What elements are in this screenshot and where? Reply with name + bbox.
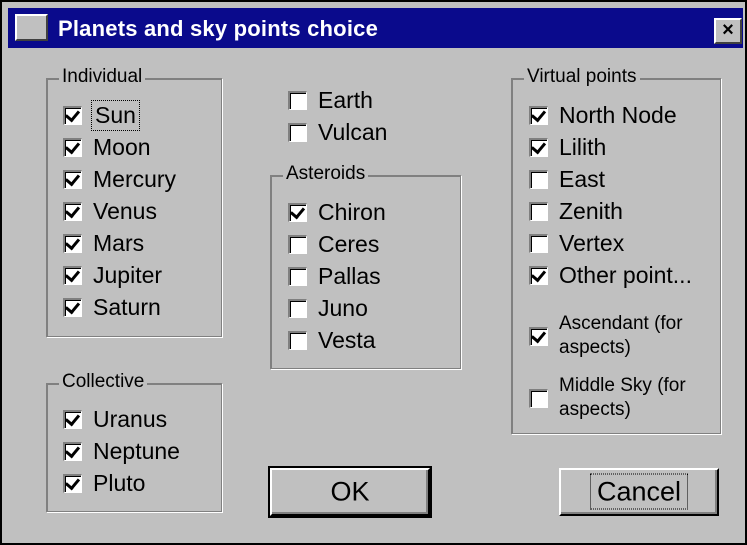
virtual-points-legend: Virtual points	[524, 66, 640, 88]
checkbox-label: Earth	[318, 86, 373, 113]
checkbox-neptune[interactable]: Neptune	[63, 437, 180, 465]
checkbox-box[interactable]	[63, 169, 82, 189]
checkbox-box[interactable]	[63, 105, 82, 125]
checkbox-box[interactable]	[63, 441, 82, 461]
checkbox-box[interactable]	[288, 122, 307, 142]
checkbox-label: Pallas	[318, 262, 381, 289]
checkbox-label: Ascendant (for aspects)	[559, 312, 683, 360]
checkbox-sun[interactable]: Sun	[63, 99, 140, 131]
checkbox-box[interactable]	[529, 326, 548, 346]
checkbox-box[interactable]	[529, 233, 548, 253]
checkbox-venus[interactable]: Venus	[63, 197, 157, 225]
ok-button[interactable]: OK	[268, 466, 432, 518]
checkbox-middle-sky-aspects[interactable]: Middle Sky (for aspects)	[529, 372, 686, 424]
checkbox-vesta[interactable]: Vesta	[288, 326, 376, 354]
checkbox-label: Moon	[93, 133, 151, 160]
checkbox-label: Vertex	[559, 229, 625, 256]
checkbox-box[interactable]	[288, 266, 307, 286]
checkbox-north-node[interactable]: North Node	[529, 101, 677, 129]
checkbox-box[interactable]	[288, 202, 307, 222]
checkbox-box[interactable]	[288, 330, 307, 350]
checkbox-other-point[interactable]: Other point...	[529, 261, 692, 289]
checkbox-uranus[interactable]: Uranus	[63, 405, 167, 433]
ok-button-label: OK	[330, 476, 370, 507]
checkbox-ceres[interactable]: Ceres	[288, 230, 379, 258]
checkbox-label: Saturn	[93, 293, 161, 320]
checkbox-label: Jupiter	[93, 261, 163, 288]
checkbox-label: Sun	[91, 99, 140, 131]
checkbox-mercury[interactable]: Mercury	[63, 165, 176, 193]
cancel-button[interactable]: Cancel	[559, 468, 719, 516]
checkbox-box[interactable]	[529, 169, 548, 189]
checkbox-saturn[interactable]: Saturn	[63, 293, 161, 321]
checkbox-vertex[interactable]: Vertex	[529, 229, 624, 257]
checkbox-box[interactable]	[63, 265, 82, 285]
checkbox-box[interactable]	[529, 388, 548, 408]
checkbox-box[interactable]	[63, 137, 82, 157]
checkbox-east[interactable]: East	[529, 165, 605, 193]
checkbox-vulcan[interactable]: Vulcan	[288, 118, 387, 146]
checkbox-label: Vulcan	[318, 118, 388, 145]
label-line-2: aspects)	[559, 337, 631, 358]
checkbox-label: Venus	[93, 197, 157, 224]
window-title: Planets and sky points choice	[58, 16, 379, 41]
checkbox-pallas[interactable]: Pallas	[288, 262, 381, 290]
checkbox-label: Juno	[318, 294, 368, 321]
checkbox-pluto[interactable]: Pluto	[63, 469, 145, 497]
checkbox-box[interactable]	[529, 265, 548, 285]
individual-legend: Individual	[59, 66, 146, 88]
checkbox-label: Ceres	[318, 230, 380, 257]
checkbox-label: Chiron	[318, 198, 386, 225]
collective-legend: Collective	[59, 371, 148, 393]
checkbox-box[interactable]	[529, 137, 548, 157]
checkbox-box[interactable]	[288, 90, 307, 110]
asteroids-legend: Asteroids	[283, 163, 369, 185]
checkbox-ascendant-aspects[interactable]: Ascendant (for aspects)	[529, 310, 683, 362]
close-button[interactable]: ×	[714, 18, 742, 44]
checkbox-label: Neptune	[93, 437, 180, 464]
checkbox-label: Zenith	[559, 197, 623, 224]
checkbox-label: Mercury	[93, 165, 177, 192]
checkbox-box[interactable]	[63, 409, 82, 429]
system-menu-icon[interactable]	[15, 14, 48, 41]
checkbox-zenith[interactable]: Zenith	[529, 197, 623, 225]
checkbox-jupiter[interactable]: Jupiter	[63, 261, 162, 289]
checkbox-box[interactable]	[288, 298, 307, 318]
checkbox-label: North Node	[559, 101, 677, 128]
checkbox-box[interactable]	[288, 234, 307, 254]
checkbox-box[interactable]	[529, 105, 548, 125]
checkbox-label: Mars	[93, 229, 145, 256]
checkbox-box[interactable]	[63, 201, 82, 221]
checkbox-moon[interactable]: Moon	[63, 133, 151, 161]
checkbox-label: Middle Sky (for aspects)	[559, 374, 686, 422]
checkbox-label: Pluto	[93, 469, 146, 496]
checkbox-earth[interactable]: Earth	[288, 86, 373, 114]
checkbox-box[interactable]	[63, 297, 82, 317]
dialog-window: Planets and sky points choice × Individu…	[0, 0, 747, 545]
checkbox-box[interactable]	[63, 473, 82, 493]
checkbox-juno[interactable]: Juno	[288, 294, 368, 322]
checkbox-label: Lilith	[559, 133, 607, 160]
checkbox-label: Uranus	[93, 405, 168, 432]
label-line-1: Middle Sky (for	[559, 375, 686, 396]
title-bar: Planets and sky points choice ×	[8, 8, 743, 48]
checkbox-label: East	[559, 165, 606, 192]
checkbox-mars[interactable]: Mars	[63, 229, 144, 257]
checkbox-label: Vesta	[318, 326, 376, 353]
label-line-1: Ascendant (for	[559, 313, 683, 334]
checkbox-box[interactable]	[529, 201, 548, 221]
label-line-2: aspects)	[559, 399, 631, 420]
checkbox-lilith[interactable]: Lilith	[529, 133, 606, 161]
checkbox-label: Other point...	[559, 261, 692, 288]
cancel-button-label-wrap: Cancel	[561, 473, 717, 510]
checkbox-box[interactable]	[63, 233, 82, 253]
cancel-button-label: Cancel	[589, 473, 689, 510]
checkbox-chiron[interactable]: Chiron	[288, 198, 386, 226]
